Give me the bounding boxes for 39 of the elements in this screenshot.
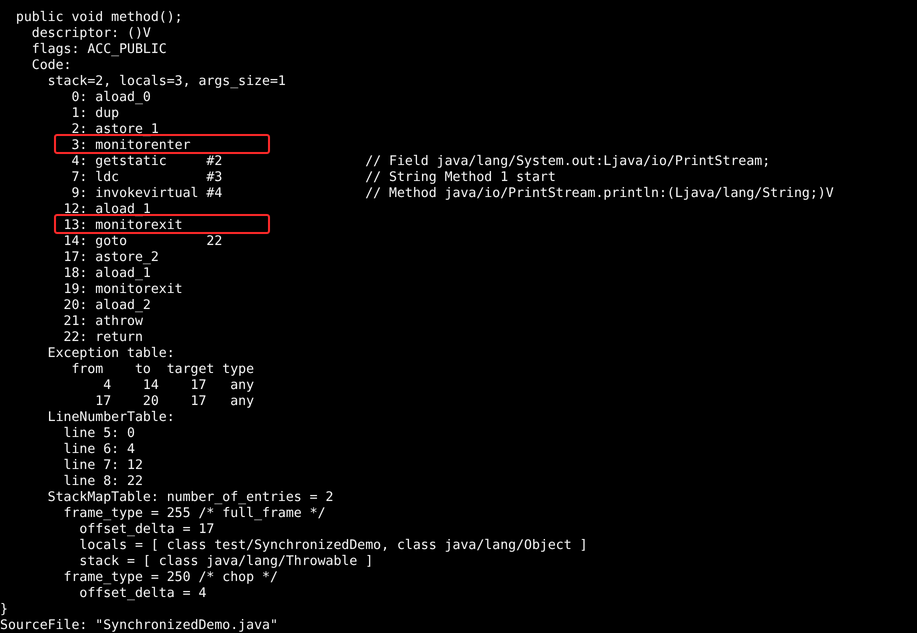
code-line: 7: ldc #3 // String Method 1 start — [70, 170, 556, 185]
code-line: 17 20 17 any — [94, 394, 254, 409]
code-line: line 5: 0 — [62, 426, 135, 441]
code-line: 2: astore_1 — [70, 122, 159, 137]
code-line: 21: athrow — [62, 314, 143, 329]
code-line: frame_type = 250 /* chop */ — [62, 570, 278, 585]
code-line: 19: monitorexit — [62, 282, 183, 297]
code-line: offset_delta = 4 — [78, 586, 206, 601]
code-line: Exception table: — [46, 346, 175, 361]
code-line: locals = [ class test/SynchronizedDemo, class java/lang/Object ] — [78, 538, 588, 553]
code-line: 9: invokevirtual #4 // Method java/io/PrintStream.println:(Ljava/lang/String;)V — [70, 186, 834, 201]
code-line: frame_type = 255 /* full_frame */ — [62, 506, 326, 521]
code-line: 4: getstatic #2 // Field java/lang/System.out:Ljava/io/PrintStream; — [70, 154, 770, 169]
code-line: descriptor: ()V — [30, 26, 151, 41]
code-line: line 6: 4 — [62, 442, 135, 457]
code-line: 14: goto 22 — [62, 234, 222, 249]
code-line: Code: — [30, 58, 72, 73]
code-line: 18: aload_1 — [62, 266, 151, 281]
code-line: 3: monitorenter — [70, 138, 191, 153]
code-line: 4 14 17 any — [102, 378, 254, 393]
code-line: from to target type — [70, 362, 254, 377]
code-line: 22: return — [62, 330, 143, 345]
code-line: flags: ACC_PUBLIC — [30, 42, 167, 57]
code-line: stack = [ class java/lang/Throwable ] — [78, 554, 374, 569]
code-line: StackMapTable: number_of_entries = 2 — [46, 490, 334, 505]
code-line: } — [0, 602, 8, 617]
code-line: 17: astore_2 — [62, 250, 159, 265]
code-line: LineNumberTable: — [46, 410, 175, 425]
code-line: SourceFile: "SynchronizedDemo.java" — [0, 618, 278, 633]
code-line: 20: aload_2 — [62, 298, 151, 313]
code-line: line 8: 22 — [62, 474, 143, 489]
code-line: public void method(); — [14, 10, 183, 25]
code-line: offset_delta = 17 — [78, 522, 214, 537]
code-line: stack=2, locals=3, args_size=1 — [46, 74, 286, 89]
code-line: 13: monitorexit — [62, 218, 183, 233]
code-line: 1: dup — [70, 106, 120, 121]
code-line: 12: aload_1 — [62, 202, 151, 217]
code-line: line 7: 12 — [62, 458, 143, 473]
code-line: 0: aload_0 — [70, 90, 151, 105]
